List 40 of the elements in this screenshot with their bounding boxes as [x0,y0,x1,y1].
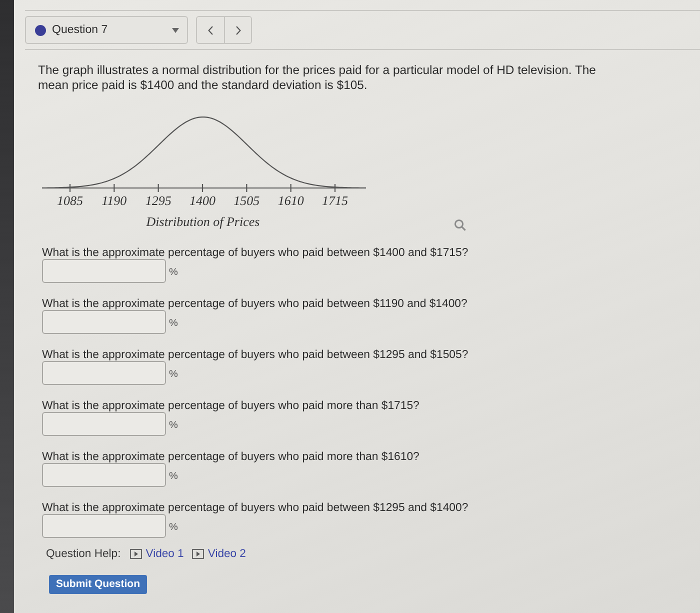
axis-tick-label: 1505 [234,193,260,208]
search-icon[interactable] [454,219,466,231]
axis-tick-label: 1190 [102,193,127,208]
question-text: What is the approximate percentage of buyers who paid between $1295 and $1505? [42,349,470,361]
next-button[interactable] [224,17,251,43]
caret-down-icon [172,28,179,32]
unit-label: % [169,522,178,532]
chevron-right-icon [236,26,240,34]
unit-label: % [169,266,178,278]
question-text: What is the approximate percentage of buyers who paid between $1295 and $1400? [42,502,470,514]
axis-title: Distribution of Prices [146,214,260,229]
play-icon [130,549,142,559]
axis-tick-label: 1400 [190,193,216,208]
help-label: Question Help: [46,548,121,560]
question-text: What is the approximate percentage of buyers who paid more than $1715? [42,400,420,412]
question-prompt: The graph illustrates a normal distribution for the prices paid for a particular model of HD television. The mean price paid is $1400 and the standard deviation is $105. [38,63,597,93]
answer-field[interactable] [42,259,166,283]
answer-field[interactable] [42,361,166,385]
unit-label: % [169,318,178,328]
unit-label: % [169,420,178,430]
video-link[interactable]: Video 1 [130,548,184,560]
answer-field[interactable] [42,463,166,487]
axis-tick-label: 1085 [57,193,83,208]
question-text: What is the approximate percentage of buyers who paid between $1190 and $1400? [42,298,468,310]
unit-label: % [169,368,178,380]
chevron-left-icon [208,26,213,34]
question-text: What is the approximate percentage of buyers who paid between $1400 and $1715? [42,247,470,259]
answer-field[interactable] [42,310,166,334]
axis-tick-label: 1715 [322,193,348,208]
axis-tick-label: 1295 [145,193,172,208]
unit-label: % [169,470,178,482]
video-link[interactable]: Video 2 [192,548,246,560]
play-icon [192,549,204,559]
question-text: What is the approximate percentage of buyers who paid more than $1610? [42,451,420,463]
status-dot-icon [35,24,46,36]
submit-button[interactable]: Submit Question [49,574,147,594]
question-select[interactable]: Question 7 [25,16,188,44]
answer-field[interactable] [42,514,166,538]
axis-tick-label: 1610 [278,193,304,208]
answer-field[interactable] [42,412,166,436]
